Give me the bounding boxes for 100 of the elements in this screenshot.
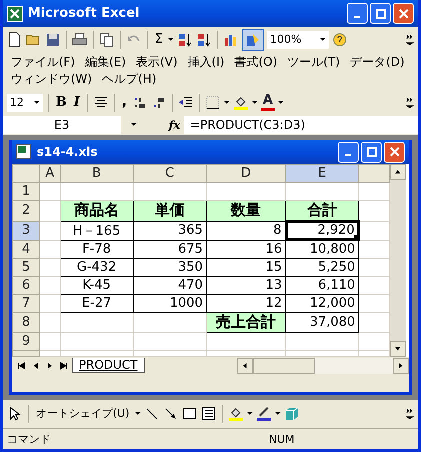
- line-color-icon[interactable]: [256, 406, 272, 422]
- table-cell: 2,920: [286, 221, 359, 240]
- row-header[interactable]: 6: [12, 276, 40, 294]
- save-icon[interactable]: [45, 32, 61, 48]
- caret-icon[interactable]: [34, 100, 40, 104]
- column-header[interactable]: E: [286, 164, 359, 182]
- table-cell: F-78: [60, 240, 134, 258]
- print-icon[interactable]: [72, 32, 88, 48]
- table-cell: 13: [206, 276, 286, 294]
- menu-item[interactable]: 挿入(I): [188, 54, 225, 71]
- more-icon[interactable]: [406, 408, 414, 420]
- more-icon[interactable]: [406, 34, 414, 46]
- column-header[interactable]: B: [60, 164, 134, 182]
- copy-icon[interactable]: [99, 32, 115, 48]
- scroll-left-icon[interactable]: [236, 358, 253, 374]
- table-cell: 15: [206, 258, 286, 276]
- menu-item[interactable]: ツール(T): [288, 54, 340, 71]
- fill-color-icon[interactable]: [233, 94, 250, 110]
- caret-icon[interactable]: [246, 412, 253, 416]
- drawing-tools-icon[interactable]: [242, 28, 264, 50]
- more-icon[interactable]: [406, 96, 414, 108]
- decrease-indent-icon[interactable]: [178, 94, 194, 110]
- row-header[interactable]: 5: [12, 258, 40, 276]
- first-sheet-icon[interactable]: [16, 360, 28, 372]
- maximize-icon[interactable]: [366, 147, 376, 157]
- autosum-button[interactable]: Σ: [153, 30, 166, 48]
- comma-style-button[interactable]: ,: [120, 94, 130, 112]
- caret-icon[interactable]: [134, 412, 141, 416]
- font-color-button[interactable]: A: [261, 94, 276, 111]
- caret-icon[interactable]: [274, 412, 281, 416]
- row-header[interactable]: 7: [12, 294, 40, 312]
- borders-icon[interactable]: [205, 94, 222, 110]
- menu-item[interactable]: 表示(V): [136, 54, 178, 71]
- fill-handle[interactable]: [354, 235, 358, 239]
- rectangle-icon[interactable]: [182, 406, 198, 422]
- function-label[interactable]: fx: [169, 118, 180, 132]
- table-cell: 37,080: [286, 312, 359, 332]
- row-header[interactable]: 1: [12, 182, 40, 200]
- table-cell: 365: [133, 221, 207, 240]
- close-icon[interactable]: [390, 147, 400, 157]
- new-document-icon[interactable]: [7, 32, 23, 48]
- menu-item[interactable]: 書式(O): [234, 54, 278, 71]
- menu-item[interactable]: データ(D): [350, 54, 405, 71]
- maximize-button[interactable]: [370, 3, 391, 24]
- menu-item[interactable]: ファイル(F): [11, 54, 76, 71]
- column-header[interactable]: D: [206, 164, 286, 182]
- text-box-icon[interactable]: [200, 406, 217, 422]
- row-header[interactable]: 8: [12, 312, 40, 332]
- close-button[interactable]: [393, 3, 414, 24]
- row-header[interactable]: 9: [12, 332, 40, 350]
- spreadsheet-icon: [7, 6, 23, 22]
- table-cell: K-45: [60, 276, 134, 294]
- column-header[interactable]: C: [133, 164, 207, 182]
- spreadsheet-icon: [16, 144, 32, 160]
- row-header[interactable]: 2: [12, 200, 40, 221]
- caret-icon[interactable]: [224, 100, 230, 104]
- horizontal-scrollbar[interactable]: [236, 358, 409, 374]
- sort-descending-icon[interactable]: [196, 32, 212, 48]
- table-cell: 675: [133, 240, 207, 258]
- row-header[interactable]: 4: [12, 240, 40, 258]
- sheet-tab[interactable]: PRODUCT: [72, 358, 145, 373]
- italic-button[interactable]: I: [72, 94, 82, 112]
- menu-item[interactable]: 編集(E): [85, 54, 126, 71]
- line-icon[interactable]: [144, 406, 160, 422]
- menu-item[interactable]: ヘルプ(H): [102, 71, 157, 88]
- maximize-button[interactable]: [361, 142, 382, 162]
- caret-icon[interactable]: [320, 38, 326, 42]
- window-title: Microsoft Excel: [28, 6, 141, 21]
- minimize-button[interactable]: [338, 142, 359, 162]
- minimize-button[interactable]: [347, 3, 368, 24]
- caret-icon[interactable]: [168, 38, 174, 42]
- font-size-field[interactable]: 12: [7, 94, 43, 112]
- caret-icon[interactable]: [252, 100, 258, 104]
- menu-item[interactable]: ウィンドウ(W): [11, 71, 92, 88]
- row-header[interactable]: 3: [12, 221, 40, 240]
- scroll-thumb[interactable]: [252, 358, 315, 374]
- align-center-icon[interactable]: [93, 94, 110, 110]
- scroll-down-icon[interactable]: [390, 340, 406, 356]
- close-button[interactable]: [384, 142, 405, 162]
- table-cell: 商品名: [60, 200, 134, 221]
- scroll-right-icon[interactable]: [393, 358, 409, 374]
- fill-color-icon[interactable]: [228, 406, 244, 422]
- help-icon[interactable]: [332, 32, 348, 48]
- name-box[interactable]: E3: [3, 116, 121, 134]
- last-sheet-icon[interactable]: [58, 360, 70, 372]
- zoom-field[interactable]: 100%: [267, 30, 330, 48]
- arrow-icon[interactable]: [162, 406, 179, 422]
- vertical-scrollbar[interactable]: [390, 164, 406, 356]
- sort-ascending-icon[interactable]: [177, 32, 194, 48]
- bold-button[interactable]: B: [54, 94, 69, 112]
- caret-icon[interactable]: [278, 100, 284, 104]
- scroll-up-icon[interactable]: [390, 164, 406, 180]
- caret-icon[interactable]: [131, 123, 137, 127]
- close-icon[interactable]: [398, 8, 408, 18]
- maximize-icon[interactable]: [376, 8, 386, 18]
- table-cell: G-432: [60, 258, 134, 276]
- status-text: コマンド: [6, 432, 52, 446]
- autoshapes-menu[interactable]: オートシェイプ(U): [34, 405, 132, 423]
- formula-field[interactable]: =PRODUCT(C3:D3): [184, 116, 418, 134]
- column-header[interactable]: A: [40, 164, 60, 182]
